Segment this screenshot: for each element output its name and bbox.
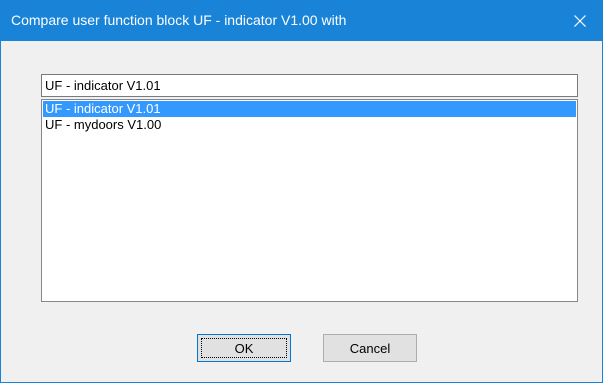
function-block-list[interactable]: UF - indicator V1.01 UF - mydoors V1.00: [41, 99, 578, 302]
cancel-button-label: Cancel: [349, 340, 391, 356]
focus-ring: [201, 338, 287, 358]
close-button[interactable]: [558, 1, 602, 41]
title-bar: Compare user function block UF - indicat…: [1, 1, 602, 41]
list-item[interactable]: UF - indicator V1.01: [43, 101, 576, 117]
window-title: Compare user function block UF - indicat…: [11, 12, 347, 28]
cancel-button[interactable]: Cancel: [323, 334, 417, 362]
ok-button[interactable]: OK: [197, 334, 291, 362]
function-block-input[interactable]: [41, 74, 578, 97]
list-item[interactable]: UF - mydoors V1.00: [43, 117, 576, 133]
close-icon: [574, 15, 586, 27]
compare-dialog: Compare user function block UF - indicat…: [0, 0, 603, 383]
